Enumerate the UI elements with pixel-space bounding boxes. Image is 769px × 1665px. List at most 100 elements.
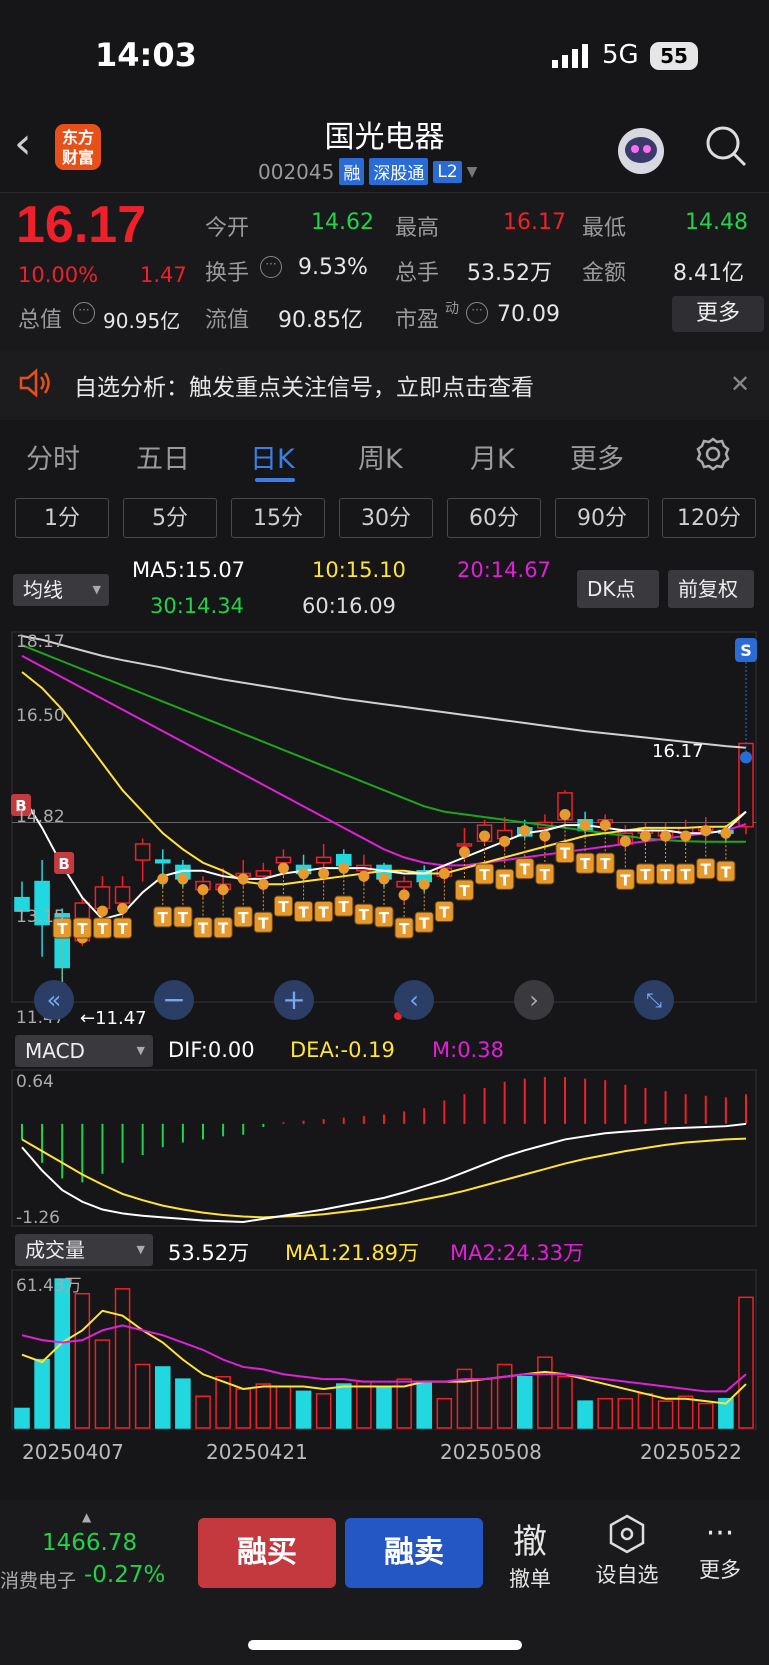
volume-bar	[677, 1395, 694, 1429]
volume-bar	[154, 1366, 171, 1429]
volume-today: 53.52万	[168, 1241, 250, 1265]
minute-5-button[interactable]: 5分	[123, 498, 217, 538]
macd-selector[interactable]: MACD ▼	[15, 1035, 153, 1067]
tab-daily-k[interactable]: 日K	[250, 437, 295, 476]
volume-value: 53.52万	[467, 261, 552, 286]
more-actions-button[interactable]: ··· 更多	[690, 1514, 750, 1584]
candle-body	[396, 880, 412, 888]
macd-chart	[11, 1069, 757, 1227]
dk-point-selector[interactable]: DK点	[577, 570, 659, 608]
t-marker-label: T	[339, 898, 350, 916]
home-indicator	[248, 1640, 522, 1650]
network-type: 5G	[602, 40, 639, 70]
macd-dea: DEA:-0.19	[290, 1038, 395, 1062]
t-marker-label: T	[359, 906, 370, 924]
mktcap-value: 90.95亿	[103, 309, 181, 333]
candle-body	[255, 870, 272, 877]
signal-dot	[237, 873, 249, 885]
cancel-order-button[interactable]: 撤撤单	[500, 1514, 560, 1593]
tab-monthly-k[interactable]: 月K	[470, 437, 515, 476]
minute-120-button[interactable]: 120分	[662, 498, 756, 538]
close-icon[interactable]: ✕	[730, 370, 750, 398]
tab-intraday[interactable]: 分时	[26, 437, 80, 476]
sector-index-value[interactable]: 1466.78	[42, 1530, 137, 1556]
mktcap-label: 总值	[18, 308, 63, 333]
indicator-selector[interactable]: 均线 ▼	[13, 574, 109, 606]
more-dots-icon: ···	[705, 1516, 735, 1551]
candle-body	[315, 856, 332, 864]
minute-60-button[interactable]: 60分	[447, 498, 541, 538]
info-icon[interactable]: ···	[73, 302, 95, 324]
volume-bar	[134, 1363, 151, 1429]
t-marker-label: T	[500, 871, 511, 889]
rewind-icon[interactable]: «	[34, 980, 74, 1020]
volume-bar	[114, 1288, 131, 1429]
volume-bar	[496, 1363, 513, 1429]
turnover-label: 换手	[205, 261, 250, 286]
adjust-selector[interactable]: 前复权	[668, 570, 754, 608]
volume-bar	[335, 1383, 352, 1429]
minute-90-button[interactable]: 90分	[555, 498, 649, 538]
signal-dot	[257, 878, 269, 890]
low-label: 最低	[582, 216, 627, 241]
volume-bar	[14, 1407, 30, 1429]
turnover-value: 9.53%	[298, 255, 368, 280]
last-price: 16.17	[16, 196, 147, 254]
high-label: 最高	[395, 216, 440, 241]
minute-15-button[interactable]: 15分	[231, 498, 325, 538]
margin-buy-button[interactable]: 融买	[198, 1518, 336, 1588]
date-label: 20250508	[440, 1440, 542, 1464]
volume-bar	[577, 1400, 593, 1429]
margin-sell-button[interactable]: 融卖	[345, 1518, 483, 1588]
scroll-right-icon[interactable]: ›	[514, 980, 554, 1020]
t-marker-label: T	[379, 909, 390, 927]
volume-bar	[416, 1380, 433, 1429]
t-marker-label: T	[701, 861, 712, 879]
t-marker-label: T	[278, 898, 289, 916]
assistant-robot-icon[interactable]	[618, 128, 664, 174]
t-marker-label: T	[158, 909, 169, 927]
chevron-up-icon[interactable]: ▲	[82, 1510, 91, 1524]
volume-bar	[74, 1292, 91, 1429]
ma20-value: 20:14.67	[457, 558, 551, 582]
info-icon[interactable]: ···	[260, 256, 282, 278]
t-marker-label: T	[439, 904, 450, 922]
stock-code-row[interactable]: 002045 融 深股通 L2 ▼	[258, 158, 477, 185]
t-marker-label: T	[218, 920, 229, 938]
zoom-in-icon[interactable]: +	[274, 980, 314, 1020]
search-icon[interactable]	[704, 124, 748, 172]
t-marker-label: T	[560, 844, 571, 862]
tab-five-day[interactable]: 五日	[136, 437, 190, 476]
volume-selector[interactable]: 成交量 ▼	[15, 1234, 153, 1266]
ma10-value: 10:15.10	[312, 558, 406, 582]
minute-30-button[interactable]: 30分	[339, 498, 433, 538]
volume-bar	[738, 1296, 754, 1429]
kline-chart[interactable]: T T T TT TT TT TT T T T T TT TTTT TT TTT TT T T T T TBBS	[0, 628, 769, 1028]
kline-y-label: 13.15	[16, 907, 65, 927]
volume-chart	[11, 1269, 757, 1430]
low-price-marker: ←11.47	[80, 1008, 147, 1029]
tab-weekly-k[interactable]: 周K	[358, 437, 403, 476]
sector-change[interactable]: -0.27%	[84, 1562, 165, 1588]
quote-more-button[interactable]: 更多	[672, 296, 764, 332]
tab-more[interactable]: 更多	[570, 437, 624, 476]
volume-bar	[637, 1393, 654, 1429]
notice-text[interactable]: 自选分析：触发重点关注信号，立即点击查看	[74, 368, 534, 402]
scroll-left-icon[interactable]: ‹	[394, 980, 434, 1020]
sell-marker-label: S	[740, 641, 752, 660]
settings-icon[interactable]	[696, 437, 730, 475]
volume-bar	[597, 1397, 614, 1429]
tag-connect: 深股通	[369, 158, 429, 185]
buy-marker-label: B	[58, 855, 69, 873]
fullscreen-icon[interactable]: ⤡	[634, 980, 674, 1020]
float-label: 流值	[205, 308, 250, 333]
volume-bar	[195, 1395, 211, 1429]
sell-marker-dot	[740, 751, 752, 764]
info-icon[interactable]: ···	[466, 302, 488, 324]
sector-name[interactable]: 消费电子	[0, 1566, 76, 1593]
add-watchlist-button[interactable]: 设自选	[582, 1514, 672, 1589]
candle-body	[456, 843, 473, 847]
minute-1-button[interactable]: 1分	[15, 498, 109, 538]
zoom-out-icon[interactable]: −	[154, 980, 194, 1020]
watchlist-hex-icon	[582, 1514, 672, 1559]
